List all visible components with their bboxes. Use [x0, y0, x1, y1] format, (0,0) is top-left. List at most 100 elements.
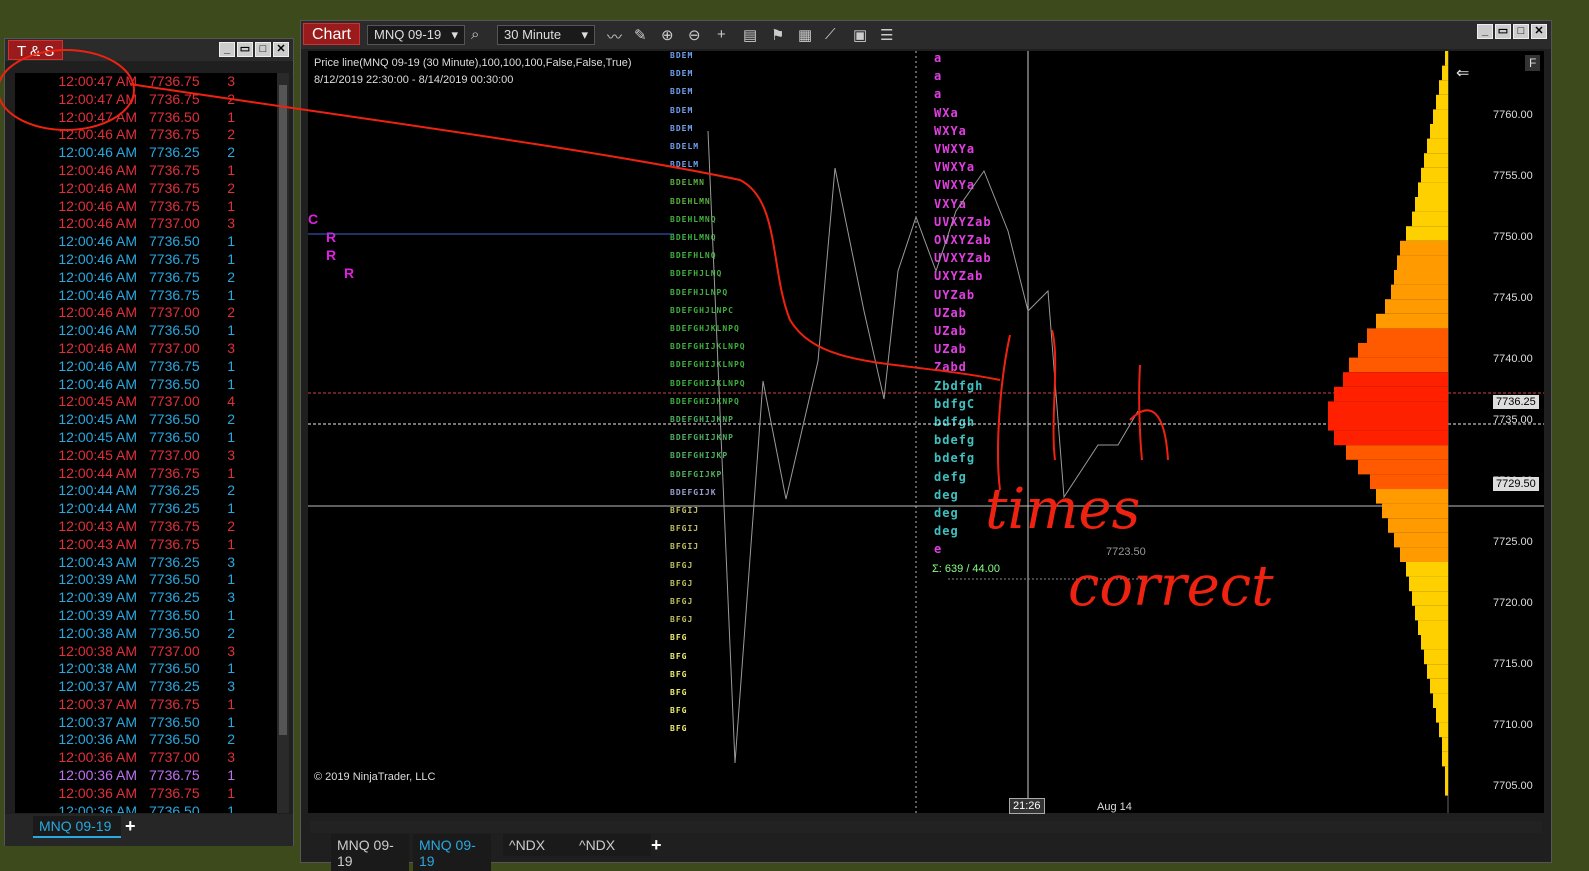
chart-plot-area[interactable]: Price line(MNQ 09-19 (30 Minute),100,100…: [308, 51, 1544, 813]
chart-instrument-tab[interactable]: MNQ 09-19: [413, 834, 491, 871]
table-row[interactable]: 12:00:46 AM 7736.75 1: [15, 287, 277, 305]
zoom-out-icon[interactable]: ⊖: [688, 26, 701, 44]
table-row[interactable]: 12:00:46 AM 7736.50 1: [15, 233, 277, 251]
chart-instrument-tab[interactable]: ^NDX: [573, 834, 651, 856]
ts-time-cell: 12:00:46 AM: [58, 126, 137, 143]
table-row[interactable]: 12:00:38 AM 7737.00 3: [15, 643, 277, 661]
table-row[interactable]: 12:00:36 AM 7737.00 3: [15, 749, 277, 767]
table-row[interactable]: 12:00:46 AM 7736.25 2: [15, 144, 277, 162]
table-row[interactable]: 12:00:46 AM 7736.75 1: [15, 198, 277, 216]
crosshair-icon[interactable]: +: [717, 26, 726, 43]
table-row[interactable]: 12:00:36 AM 7736.75 1: [15, 785, 277, 803]
ts-time-cell: 12:00:46 AM: [58, 161, 137, 178]
ts-price-cell: 7736.75: [149, 535, 200, 552]
horizontal-scrollbar[interactable]: [310, 821, 1542, 833]
chart-instrument-tab[interactable]: ^NDX: [503, 834, 581, 856]
table-row[interactable]: 12:00:47 AM 7736.75 2: [15, 91, 277, 109]
table-row[interactable]: 12:00:46 AM 7736.50 1: [15, 322, 277, 340]
restore-icon[interactable]: ▭: [1495, 24, 1511, 39]
table-row[interactable]: 12:00:36 AM 7736.50 1: [15, 803, 277, 813]
table-row[interactable]: 12:00:38 AM 7736.50 1: [15, 660, 277, 678]
ts-size-cell: 4: [227, 393, 235, 410]
chart-style-icon[interactable]: 〰: [607, 26, 622, 47]
properties-icon[interactable]: ▤: [743, 26, 757, 44]
table-row[interactable]: 12:00:37 AM 7736.25 3: [15, 678, 277, 696]
restore-icon[interactable]: ▭: [237, 42, 253, 57]
chart-instrument-tab[interactable]: MNQ 09-19: [331, 834, 409, 871]
ts-titlebar[interactable]: T & S _ ▭ □ ✕: [5, 39, 293, 61]
templates-icon[interactable]: ⚑: [771, 26, 784, 44]
indicators-icon[interactable]: ▦: [798, 26, 812, 44]
table-row[interactable]: 12:00:43 AM 7736.25 3: [15, 554, 277, 572]
ts-time-cell: 12:00:38 AM: [58, 642, 137, 659]
table-row[interactable]: 12:00:36 AM 7736.75 1: [15, 767, 277, 785]
search-icon[interactable]: ⌕: [471, 26, 479, 43]
chart-titlebar[interactable]: Chart MNQ 09-19 ▾ ⌕ 30 Minute ▾ 〰 ✎ ⊕ ⊖ …: [301, 21, 1551, 49]
ts-instrument-tab[interactable]: MNQ 09-19: [33, 816, 121, 838]
ts-time-cell: 12:00:44 AM: [58, 482, 137, 499]
table-row[interactable]: 12:00:39 AM 7736.50 1: [15, 571, 277, 589]
volume-profile-bar: [1424, 153, 1448, 168]
close-icon[interactable]: ✕: [273, 42, 289, 57]
ts-size-cell: 3: [227, 339, 235, 356]
data-box-icon[interactable]: ▣: [853, 26, 867, 44]
ts-scroll-thumb[interactable]: [279, 85, 287, 735]
chart-title-tab[interactable]: Chart: [303, 23, 361, 45]
ts-table[interactable]: 12:00:47 AM 7736.75 3 12:00:47 AM 7736.75 2 12…: [15, 73, 277, 813]
volume-profile-bar: [1388, 518, 1448, 533]
table-row[interactable]: 12:00:36 AM 7736.50 2: [15, 731, 277, 749]
add-tab-icon[interactable]: +: [651, 835, 662, 856]
table-row[interactable]: 12:00:46 AM 7736.75 1: [15, 358, 277, 376]
ts-scrollbar[interactable]: [277, 73, 289, 813]
table-row[interactable]: 12:00:37 AM 7736.50 1: [15, 714, 277, 732]
table-row[interactable]: 12:00:37 AM 7736.75 1: [15, 696, 277, 714]
table-row[interactable]: 12:00:46 AM 7736.50 1: [15, 376, 277, 394]
table-row[interactable]: 12:00:46 AM 7737.00 3: [15, 215, 277, 233]
volume-profile-bar: [1445, 781, 1448, 796]
ts-time-cell: 12:00:37 AM: [58, 678, 137, 695]
table-row[interactable]: 12:00:44 AM 7736.25 1: [15, 500, 277, 518]
table-row[interactable]: 12:00:45 AM 7737.00 3: [15, 447, 277, 465]
table-row[interactable]: 12:00:46 AM 7737.00 2: [15, 304, 277, 322]
table-row[interactable]: 12:00:45 AM 7737.00 4: [15, 393, 277, 411]
table-row[interactable]: 12:00:46 AM 7736.75 1: [15, 162, 277, 180]
zoom-in-icon[interactable]: ⊕: [661, 26, 674, 44]
table-row[interactable]: 12:00:46 AM 7736.75 1: [15, 251, 277, 269]
price-axis-label: 7755.00: [1493, 170, 1533, 182]
table-row[interactable]: 12:00:44 AM 7736.25 2: [15, 482, 277, 500]
table-row[interactable]: 12:00:46 AM 7736.75 2: [15, 269, 277, 287]
ts-time-cell: 12:00:36 AM: [58, 749, 137, 766]
ts-title-tab[interactable]: T & S: [8, 40, 64, 60]
table-row[interactable]: 12:00:47 AM 7736.50 1: [15, 109, 277, 127]
volume-profile-bar: [1370, 474, 1448, 489]
strategies-icon[interactable]: ⟋: [825, 26, 836, 43]
instrument-selector[interactable]: MNQ 09-19 ▾: [367, 25, 465, 45]
table-row[interactable]: 12:00:38 AM 7736.50 2: [15, 625, 277, 643]
price-axis-label: 7750.00: [1493, 231, 1533, 243]
interval-selector[interactable]: 30 Minute ▾: [497, 25, 595, 45]
table-row[interactable]: 12:00:47 AM 7736.75 3: [15, 73, 277, 91]
table-row[interactable]: 12:00:46 AM 7736.75 2: [15, 180, 277, 198]
ts-price-cell: 7736.50: [149, 375, 200, 392]
add-tab-icon[interactable]: +: [125, 816, 136, 837]
ts-price-cell: 7736.50: [149, 322, 200, 339]
table-row[interactable]: 12:00:46 AM 7736.75 2: [15, 126, 277, 144]
table-row[interactable]: 12:00:46 AM 7737.00 3: [15, 340, 277, 358]
table-row[interactable]: 12:00:45 AM 7736.50 1: [15, 429, 277, 447]
draw-pencil-icon[interactable]: ✎: [634, 26, 647, 44]
list-icon[interactable]: ☰: [880, 26, 893, 44]
minimize-icon[interactable]: _: [1477, 24, 1493, 39]
table-row[interactable]: 12:00:45 AM 7736.50 2: [15, 411, 277, 429]
table-row[interactable]: 12:00:39 AM 7736.25 3: [15, 589, 277, 607]
maximize-icon[interactable]: □: [1513, 24, 1529, 39]
table-row[interactable]: 12:00:39 AM 7736.50 1: [15, 607, 277, 625]
close-icon[interactable]: ✕: [1531, 24, 1547, 39]
ts-size-cell: 1: [227, 357, 235, 374]
minimize-icon[interactable]: _: [219, 42, 235, 57]
table-row[interactable]: 12:00:43 AM 7736.75 2: [15, 518, 277, 536]
table-row[interactable]: 12:00:44 AM 7736.75 1: [15, 465, 277, 483]
ts-price-cell: 7737.00: [149, 446, 200, 463]
table-row[interactable]: 12:00:43 AM 7736.75 1: [15, 536, 277, 554]
maximize-icon[interactable]: □: [255, 42, 271, 57]
ts-price-cell: 7736.50: [149, 108, 200, 125]
